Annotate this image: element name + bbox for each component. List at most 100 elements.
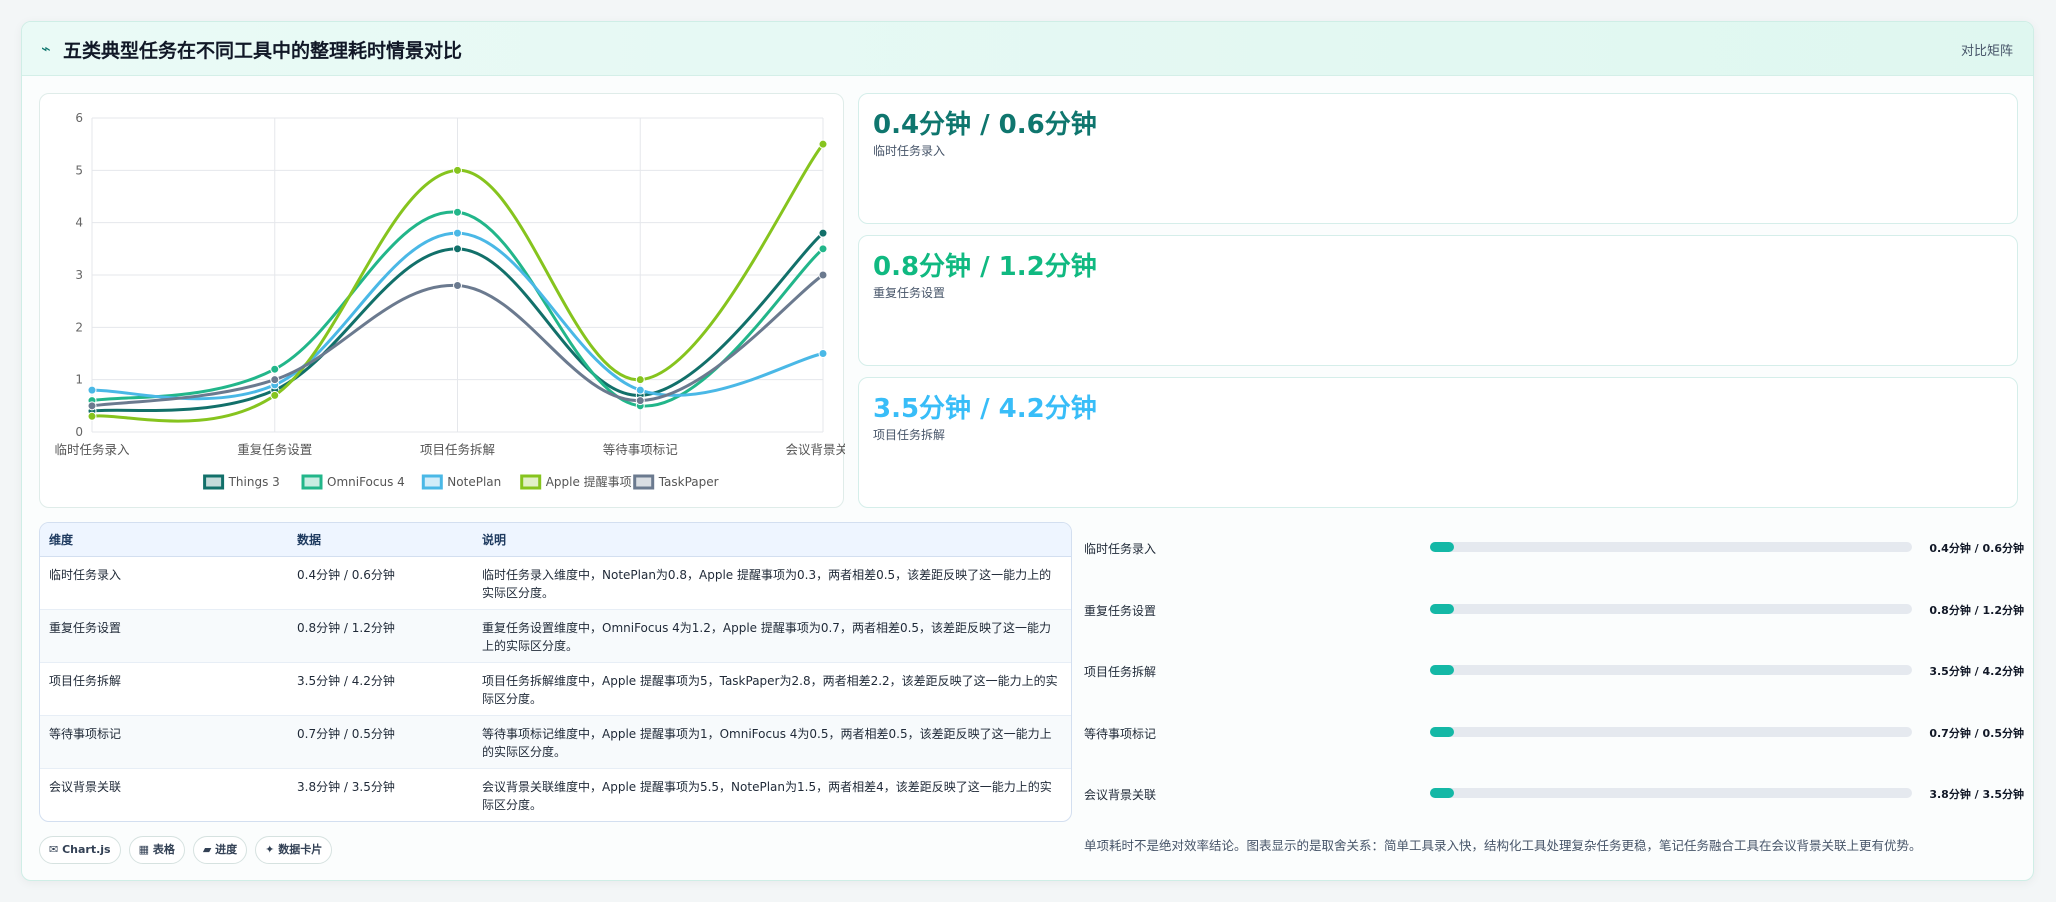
cell-data: 3.5分钟 / 4.2分钟 bbox=[297, 673, 395, 688]
progress-fill bbox=[1430, 665, 1455, 675]
cell-dimension: 项目任务拆解 bbox=[49, 673, 122, 688]
cell-data: 0.4分钟 / 0.6分钟 bbox=[297, 567, 395, 582]
progress-label: 重复任务设置 bbox=[1084, 603, 1157, 618]
y-tick-label: 0 bbox=[75, 425, 83, 439]
table-header-row: 维度 数据 说明 bbox=[40, 523, 1071, 557]
progress-fill bbox=[1430, 542, 1455, 552]
chip-label: 数据卡片 bbox=[278, 843, 323, 856]
cell-note: 临时任务录入维度中，NotePlan为0.8，Apple 提醒事项为0.3，两者… bbox=[482, 567, 1052, 600]
data-point bbox=[453, 207, 462, 217]
legend-swatch bbox=[301, 474, 323, 490]
progress-label: 项目任务拆解 bbox=[1084, 665, 1157, 679]
panel-header: ⌁ 五类典型任务在不同工具中的整理耗时情景对比 对比矩阵 bbox=[22, 22, 2033, 76]
cell-data: 3.8分钟 / 3.5分钟 bbox=[297, 779, 395, 794]
tech-chips: ✉ Chart.js ▦ 表格 ▰ 进度 ✦ 数据卡片 bbox=[39, 836, 340, 866]
stat-card: 0.4分钟 / 0.6分钟 临时任务录入 bbox=[858, 93, 2018, 224]
progress-row: 重复任务设置 0.8分钟 / 1.2分钟 bbox=[1084, 596, 2024, 658]
data-point bbox=[818, 228, 828, 238]
progress-fill bbox=[1430, 788, 1455, 798]
x-tick-label: 会议背景关联 bbox=[785, 442, 845, 457]
chip-table[interactable]: ▦ 表格 bbox=[128, 836, 185, 864]
table-row: 会议背景关联 3.8分钟 / 3.5分钟 会议背景关联维度中，Apple 提醒事… bbox=[40, 768, 1071, 821]
data-point bbox=[270, 364, 280, 374]
progress-row: 临时任务录入 0.4分钟 / 0.6分钟 bbox=[1084, 534, 2024, 596]
stat-card: 0.8分钟 / 1.2分钟 重复任务设置 bbox=[858, 235, 2018, 366]
progress-value: 3.8分钟 / 3.5分钟 bbox=[1929, 788, 2024, 801]
data-point bbox=[818, 244, 828, 254]
data-point bbox=[270, 375, 280, 385]
line-chart: 0 1 2 3 4 5 6 临时任务录入 重复任务设置 项目任务拆解 等待事项标记 会议背景关联 Thi… bbox=[54, 111, 845, 490]
cell-note: 重复任务设置维度中，OmniFocus 4为1.2，Apple 提醒事项为0.7… bbox=[482, 620, 1052, 653]
chip-label: Chart.js bbox=[62, 843, 111, 856]
progress-fill bbox=[1430, 726, 1455, 737]
progress-row: 项目任务拆解 3.5分钟 / 4.2分钟 bbox=[1084, 657, 2024, 719]
y-tick-label: 6 bbox=[75, 111, 83, 125]
page-title: 五类典型任务在不同工具中的整理耗时情景对比 bbox=[63, 40, 463, 62]
data-point bbox=[453, 228, 462, 238]
data-point bbox=[635, 385, 645, 395]
data-point bbox=[635, 396, 645, 406]
footnote: 单项耗时不是绝对效率结论。图表显示的是取舍关系：简单工具录入快，结构化工具处理复… bbox=[1084, 838, 1922, 853]
y-tick-label: 1 bbox=[75, 373, 83, 387]
progress-track bbox=[1430, 542, 1912, 552]
column-header[interactable]: 维度 bbox=[40, 523, 288, 557]
stat-card: 3.5分钟 / 4.2分钟 项目任务拆解 bbox=[858, 377, 2018, 508]
legend-swatch bbox=[203, 474, 225, 490]
progress-fill bbox=[1430, 603, 1455, 614]
progress-label: 会议背景关联 bbox=[1084, 788, 1157, 802]
cell-dimension: 会议背景关联 bbox=[49, 779, 122, 794]
cell-data: 0.7分钟 / 0.5分钟 bbox=[297, 726, 395, 741]
data-point bbox=[453, 280, 462, 290]
legend-swatch bbox=[633, 474, 655, 490]
data-point bbox=[453, 244, 462, 254]
line-chart-card: 0 1 2 3 4 5 6 临时任务录入 重复任务设置 项目任务拆解 等待事项标记 会议背景关联 Thi… bbox=[39, 93, 845, 508]
table-row: 临时任务录入 0.4分钟 / 0.6分钟 临时任务录入维度中，NotePlan为… bbox=[40, 556, 1071, 609]
progress-track bbox=[1430, 788, 1912, 798]
y-tick-label: 4 bbox=[75, 216, 83, 230]
progress-value: 0.7分钟 / 0.5分钟 bbox=[1929, 726, 2024, 740]
data-point bbox=[87, 411, 97, 421]
y-tick-label: 5 bbox=[75, 163, 83, 177]
chart-icon: ✉ bbox=[49, 843, 59, 856]
spark-icon: ⌁ bbox=[41, 39, 51, 58]
chip-data-card[interactable]: ✦ 数据卡片 bbox=[255, 836, 333, 864]
progress-track bbox=[1430, 665, 1912, 675]
legend-label: Things 3 bbox=[228, 475, 280, 489]
chip-chartjs[interactable]: ✉ Chart.js bbox=[39, 836, 121, 864]
cell-note: 会议背景关联维度中，Apple 提醒事项为5.5，NotePlan为1.5，两者… bbox=[482, 779, 1052, 812]
stat-label: 临时任务录入 bbox=[873, 144, 946, 158]
legend-swatch bbox=[520, 474, 542, 490]
table-icon: ▦ bbox=[138, 843, 149, 856]
chip-progress[interactable]: ▰ 进度 bbox=[192, 836, 248, 864]
data-table: 维度 数据 说明 临时任务录入 0.4分钟 / 0.6分钟 临时任务录入维度中，… bbox=[40, 523, 1071, 821]
legend-label: Apple 提醒事项 bbox=[546, 474, 632, 489]
data-point bbox=[818, 349, 828, 358]
progress-label: 临时任务录入 bbox=[1084, 542, 1157, 556]
legend-swatch bbox=[421, 474, 443, 490]
progress-icon: ▰ bbox=[202, 843, 212, 856]
data-point bbox=[818, 139, 828, 149]
data-point bbox=[270, 390, 280, 400]
table-row: 项目任务拆解 3.5分钟 / 4.2分钟 项目任务拆解维度中，Apple 提醒事… bbox=[40, 662, 1071, 715]
cell-dimension: 临时任务录入 bbox=[49, 567, 122, 582]
cell-note: 等待事项标记维度中，Apple 提醒事项为1，OmniFocus 4为0.5，两… bbox=[482, 726, 1052, 759]
chip-label: 表格 bbox=[152, 843, 175, 856]
data-point bbox=[818, 270, 828, 280]
table-row: 重复任务设置 0.8分钟 / 1.2分钟 重复任务设置维度中，OmniFocus… bbox=[40, 609, 1071, 662]
progress-row: 会议背景关联 3.8分钟 / 3.5分钟 bbox=[1084, 780, 2024, 842]
view-tag[interactable]: 对比矩阵 bbox=[1961, 40, 2013, 59]
legend-label: OmniFocus 4 bbox=[327, 475, 405, 489]
legend-label: NotePlan bbox=[447, 475, 501, 489]
progress-track bbox=[1430, 603, 1912, 614]
data-point bbox=[453, 165, 462, 175]
cell-note: 项目任务拆解维度中，Apple 提醒事项为5，TaskPaper为2.8，两者相… bbox=[482, 673, 1058, 706]
data-point bbox=[635, 375, 645, 385]
cell-dimension: 重复任务设置 bbox=[49, 620, 122, 635]
progress-track bbox=[1430, 726, 1912, 737]
column-header[interactable]: 数据 bbox=[288, 523, 473, 557]
y-tick-label: 2 bbox=[75, 320, 83, 334]
progress-value: 0.8分钟 / 1.2分钟 bbox=[1929, 603, 2024, 617]
column-header[interactable]: 说明 bbox=[473, 523, 1071, 557]
cell-dimension: 等待事项标记 bbox=[49, 726, 122, 741]
y-tick-label: 3 bbox=[75, 268, 83, 282]
